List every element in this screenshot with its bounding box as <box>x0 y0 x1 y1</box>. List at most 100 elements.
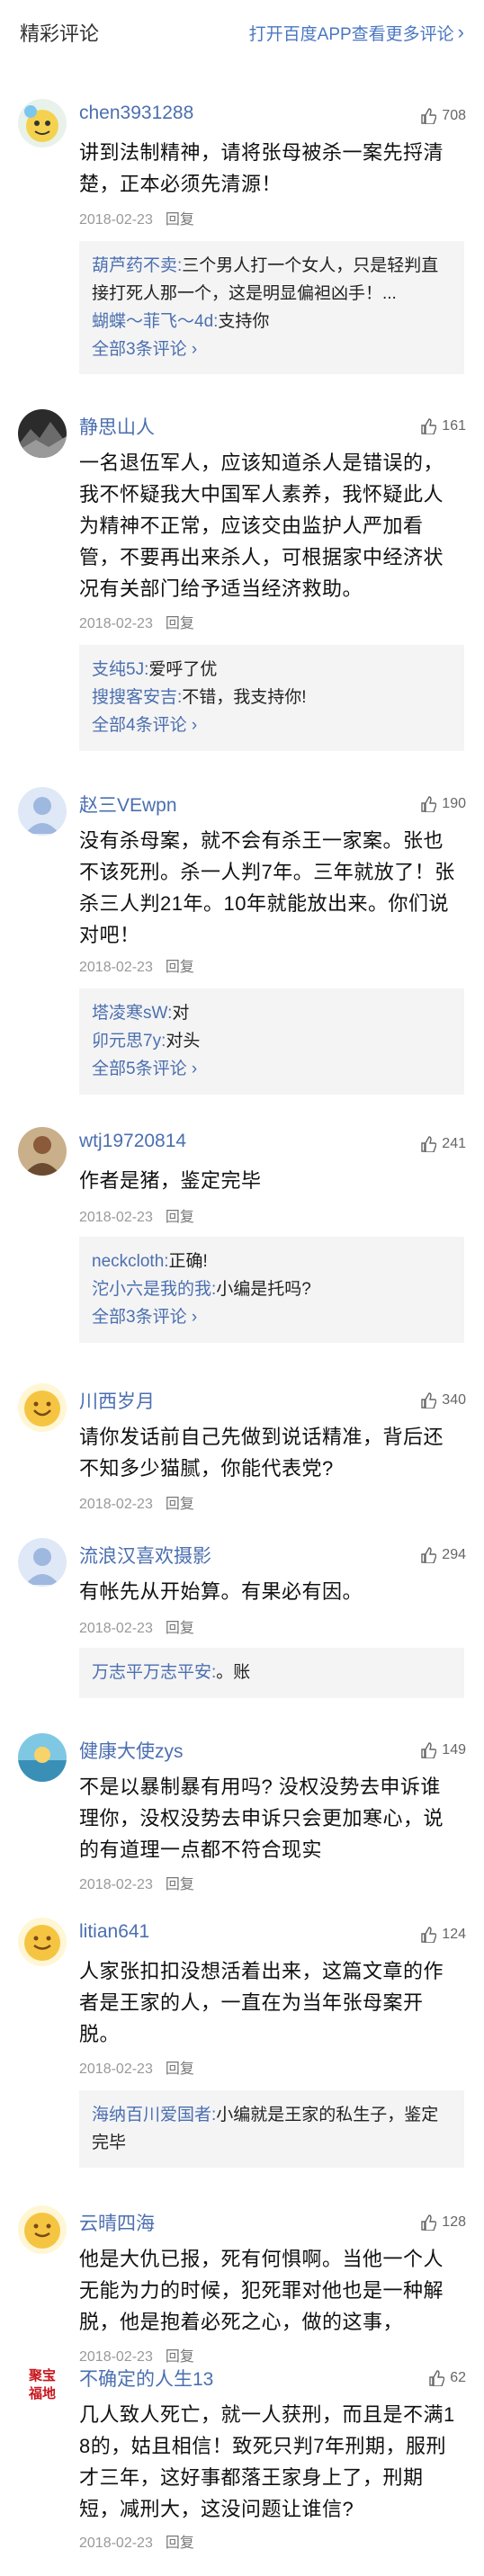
username[interactable]: litian641 <box>79 1921 149 1943</box>
reply-user[interactable]: 海纳百川爱国者: <box>92 2106 216 2124</box>
reply-button[interactable]: 回复 <box>166 616 194 631</box>
username[interactable]: 云晴四海 <box>79 2209 155 2236</box>
thumbs-up-icon <box>421 1742 437 1758</box>
reply-item[interactable]: 支纯5J:爱呼了优 <box>92 656 452 684</box>
reply-user[interactable]: 搜搜客安吉: <box>92 688 182 707</box>
username[interactable]: 流浪汉喜欢摄影 <box>79 1542 211 1569</box>
reply-button[interactable]: 回复 <box>166 960 194 975</box>
thumbs-up-icon <box>421 1392 437 1409</box>
like-button[interactable]: 161 <box>420 418 466 434</box>
open-app-link[interactable]: 打开百度APP查看更多评论 › <box>249 21 464 45</box>
comment-date: 2018-02-23 <box>79 2349 153 2365</box>
avatar[interactable] <box>18 2205 67 2254</box>
reply-button[interactable]: 回复 <box>166 1877 194 1892</box>
reply-item[interactable]: 海纳百川爱国者:小编就是王家的私生子，鉴定完毕 <box>92 2101 452 2157</box>
comment-line: 作者是猪，鉴定完毕 <box>79 1169 262 1192</box>
like-button[interactable]: 340 <box>420 1392 466 1409</box>
comment-date: 2018-02-23 <box>79 616 153 631</box>
reply-item[interactable]: 蝴蝶～菲飞～4d:支持你 <box>92 308 452 335</box>
reply-item[interactable]: neckcloth:正确! <box>92 1248 452 1275</box>
like-button[interactable]: 128 <box>420 2214 466 2231</box>
comment-line: 管，不要再出来杀人，可根据家中经济状 <box>79 546 444 568</box>
comment-text: 他是大仇已报，死有何惧啊。当他一个人 无能为力的时候，犯死罪对他也是一种解 脱，… <box>79 2243 464 2338</box>
comment-meta: 2018-02-23 回复 <box>79 2530 194 2552</box>
thumbs-up-icon <box>421 1927 437 1943</box>
view-all-replies-link[interactable]: 全部4条评论 › <box>92 711 452 739</box>
chevron-right-icon: › <box>457 21 464 43</box>
like-button[interactable]: 708 <box>420 108 466 124</box>
comment-date: 2018-02-23 <box>79 960 153 975</box>
like-button[interactable]: 149 <box>420 1742 466 1758</box>
reply-user[interactable]: 塔凌寒sW: <box>92 1004 172 1023</box>
reply-button[interactable]: 回复 <box>166 1497 194 1512</box>
reply-item[interactable]: 搜搜客安吉:不错，我支持你! <box>92 684 452 711</box>
reply-button[interactable]: 回复 <box>166 2536 194 2551</box>
comment-line: 脱，他是抱着必死之心，做的这事， <box>79 2311 404 2333</box>
comment-meta: 2018-02-23 回复 <box>79 1872 194 1893</box>
comment-date: 2018-02-23 <box>79 212 153 228</box>
reply-user[interactable]: 葫芦药不卖: <box>92 256 182 275</box>
reply-item[interactable]: 葫芦药不卖:三个男人打一个女人，只是轻判直接打死人那一个，这是明显偏袒凶手！..… <box>92 252 452 308</box>
reply-user[interactable]: 蝴蝶～菲飞～4d: <box>92 312 218 331</box>
reply-user[interactable]: 支纯5J: <box>92 660 148 679</box>
comment-line: 况有关部门给予适当经济救助。 <box>79 577 363 600</box>
comment-date: 2018-02-23 <box>79 1877 153 1892</box>
view-all-replies-link[interactable]: 全部3条评论 › <box>92 1303 452 1331</box>
reply-user[interactable]: 沱小六是我的我: <box>92 1280 216 1299</box>
thumbs-up-icon <box>421 2214 437 2231</box>
reply-button[interactable]: 回复 <box>166 2062 194 2077</box>
comment-meta: 2018-02-23 回复 <box>79 2056 194 2078</box>
like-button[interactable]: 294 <box>420 1547 466 1563</box>
reply-user[interactable]: neckcloth: <box>92 1252 169 1271</box>
reply-box: 葫芦药不卖:三个男人打一个女人，只是轻判直接打死人那一个，这是明显偏袒凶手！..… <box>79 241 464 374</box>
username[interactable]: 川西岁月 <box>79 1387 155 1414</box>
comment-date: 2018-02-23 <box>79 1497 153 1512</box>
comment-line: 理你，没权没势去申诉只会更加寒心，说 <box>79 1807 444 1829</box>
avatar[interactable]: 聚宝 福地 <box>18 2361 67 2410</box>
comment-line: 杀三人判21年。10年就能放出来。你们说 <box>79 892 449 915</box>
view-all-replies-link[interactable]: 全部5条评论 › <box>92 1055 452 1083</box>
like-button[interactable]: 62 <box>428 2370 466 2386</box>
avatar[interactable] <box>18 1918 67 1966</box>
reply-button[interactable]: 回复 <box>166 2349 194 2365</box>
thumbs-up-icon <box>421 1136 437 1152</box>
avatar[interactable] <box>18 1383 67 1432</box>
reply-button[interactable]: 回复 <box>166 1621 194 1636</box>
like-button[interactable]: 241 <box>420 1136 466 1152</box>
reply-user[interactable]: 卯元思7y: <box>92 1032 166 1051</box>
comment-text: 人家张扣扣没想活着出来，这篇文章的作 者是王家的人，一直在为当年张母案开 脱。 <box>79 1955 464 2050</box>
reply-item[interactable]: 沱小六是我的我:小编是托吗? <box>92 1275 452 1303</box>
comments-header: 精彩评论 打开百度APP查看更多评论 › <box>0 0 484 65</box>
avatar[interactable] <box>18 787 67 836</box>
reply-item[interactable]: 塔凌寒sW:对 <box>92 999 452 1027</box>
comment-date: 2018-02-23 <box>79 1621 153 1636</box>
comment-line: 才三年，这好事都落王家身上了，刑期 <box>79 2466 424 2489</box>
comment-text: 有帐先从开始算。有果必有因。 <box>79 1576 464 1607</box>
comment-line: 对吧！ <box>79 924 140 946</box>
reply-button[interactable]: 回复 <box>166 1210 194 1225</box>
avatar[interactable] <box>18 409 67 458</box>
reply-item[interactable]: 卯元思7y:对头 <box>92 1027 452 1055</box>
comment-line: 不该死刑。杀一人判7年。三年就放了！张 <box>79 861 455 883</box>
view-all-replies-link[interactable]: 全部3条评论 › <box>92 335 452 363</box>
reply-item[interactable]: 万志平万志平安:。账 <box>92 1659 452 1686</box>
avatar[interactable] <box>18 1538 67 1587</box>
username[interactable]: wtj19720814 <box>79 1131 186 1152</box>
avatar[interactable] <box>18 1733 67 1782</box>
avatar[interactable] <box>18 1127 67 1176</box>
username[interactable]: 静思山人 <box>79 413 155 440</box>
like-count: 62 <box>450 2370 466 2385</box>
like-count: 149 <box>442 1742 466 1758</box>
username[interactable]: chen3931288 <box>79 103 193 124</box>
username[interactable]: 赵三VEwpn <box>79 791 177 818</box>
avatar[interactable] <box>18 99 67 148</box>
username[interactable]: 不确定的人生13 <box>79 2365 213 2392</box>
reply-button[interactable]: 回复 <box>166 212 194 228</box>
reply-user[interactable]: 万志平万志平安: <box>92 1663 216 1682</box>
comment-line: 8的，姑且相信！致死只判7年刑期，服刑 <box>79 2435 446 2457</box>
comment-line: 的有道理一点都不符合现实 <box>79 1838 323 1861</box>
like-button[interactable]: 124 <box>420 1927 466 1943</box>
comment-text: 几人致人死亡，就一人获刑，而且是不满1 8的，姑且相信！致死只判7年刑期，服刑 … <box>79 2399 464 2525</box>
like-button[interactable]: 190 <box>420 796 466 812</box>
username[interactable]: 健康大使zys <box>79 1737 184 1764</box>
